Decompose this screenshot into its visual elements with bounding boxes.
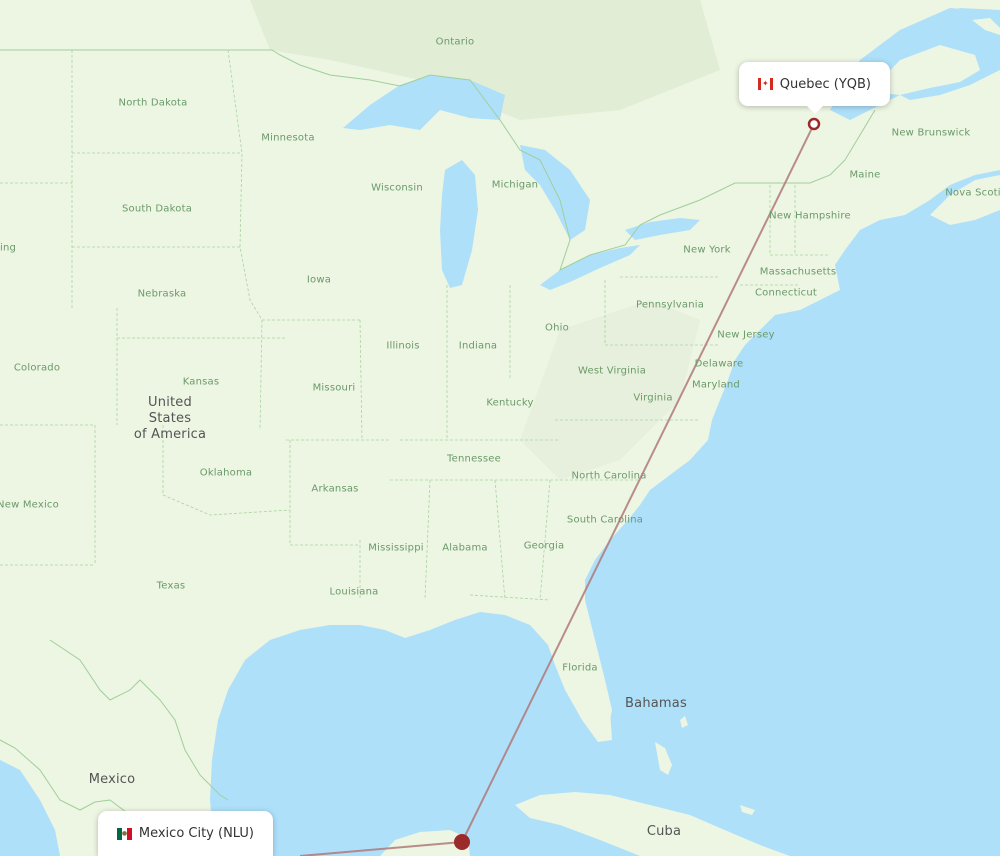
waypoint-marker[interactable]	[454, 834, 470, 850]
origin-marker-yqb[interactable]	[807, 117, 821, 131]
map-canvas[interactable]	[0, 0, 1000, 856]
destination-airport-popup[interactable]: ● Mexico City (NLU)	[98, 811, 273, 856]
origin-airport-label: Quebec (YQB)	[779, 76, 871, 92]
canada-flag-icon: ✦	[758, 78, 773, 90]
mexico-flag-icon: ●	[117, 827, 132, 840]
origin-airport-popup[interactable]: ✦ Quebec (YQB)	[739, 62, 890, 114]
destination-airport-label: Mexico City (NLU)	[138, 826, 254, 841]
